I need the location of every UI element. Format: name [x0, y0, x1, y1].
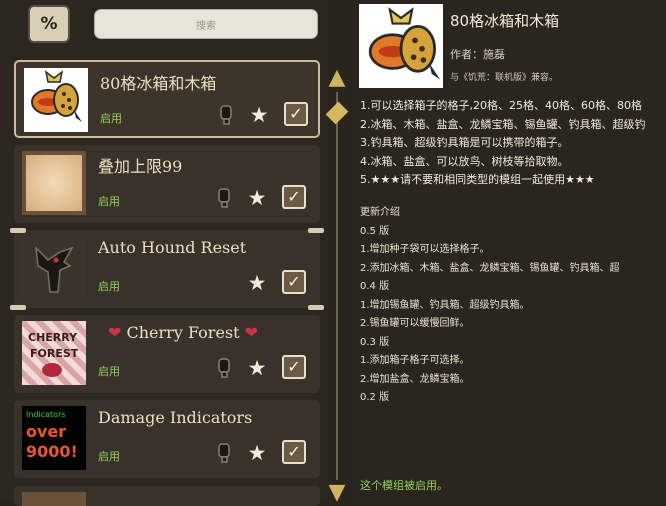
detail-changelog: 更新介绍 0.5 版 1.增加种子袋可以选择格子。 2.添加冰箱、木箱、盐盒、龙…: [360, 204, 666, 408]
chest-creature-icon: [368, 7, 441, 80]
detail-thumbnail: [359, 4, 443, 88]
changelog-line: 更新介绍: [360, 207, 400, 218]
mod-item-partial[interactable]: [14, 486, 320, 506]
description-line: 1.可以选择箱子的格子,20格、25格、40格、60格、80格: [360, 99, 642, 112]
changelog-line: 1.添加箱子格子可选择。: [360, 355, 470, 366]
mod-detail-panel: 80格冰箱和木箱 作者：施磊 与《饥荒：联机版》兼容。 1.可以选择箱子的格子,…: [352, 0, 666, 500]
mod-status: 启用: [98, 365, 120, 378]
mod-item-fridge-box[interactable]: 80格冰箱和木箱 启用 ★ ✓: [14, 60, 320, 138]
changelog-line: 0.2 版: [360, 392, 390, 403]
detail-description: 1.可以选择箱子的格子,20格、25格、40格、60格、80格 2.冰箱、木箱、…: [360, 97, 666, 190]
enable-checkbox[interactable]: ✓: [282, 270, 306, 294]
mod-thumbnail: CHERRY FOREST: [22, 321, 86, 385]
mod-status: 启用: [98, 450, 120, 463]
changelog-line: 0.3 版: [360, 336, 390, 348]
detail-author: 作者：施磊: [450, 48, 505, 61]
thumb-text: CHERRY: [28, 331, 78, 344]
enable-checkbox[interactable]: ✓: [284, 102, 308, 126]
changelog-line: 1.增加锡鱼罐、钓具箱、超级钓具箱。: [360, 299, 530, 311]
description-line: 2.冰箱、木箱、盐盒、龙鳞宝箱、锡鱼罐、钓具箱、超级钓: [360, 117, 646, 131]
sort-button[interactable]: %: [28, 5, 70, 43]
sort-icon: %: [40, 14, 58, 34]
mod-thumbnail: [22, 492, 86, 506]
client-mod-icon: [220, 105, 232, 125]
changelog-line: 1.增加种子袋可以选择格子。: [360, 244, 490, 255]
mod-name: 80格冰箱和木箱: [100, 74, 217, 93]
enable-checkbox[interactable]: ✓: [282, 185, 306, 209]
changelog-line: 2.锡鱼罐可以缓慢回鲜。: [360, 318, 470, 329]
scrollbar-thumb[interactable]: [325, 101, 349, 125]
hound-icon: [35, 245, 74, 293]
mod-thumbnail: [22, 236, 86, 300]
heart-icon: ❤: [108, 323, 122, 342]
mod-status: 启用: [98, 280, 120, 293]
mod-item-cherry-forest[interactable]: CHERRY FOREST ❤ Cherry Forest ❤ 启用 ★ ✓: [14, 315, 320, 393]
favorite-star-icon[interactable]: ★: [248, 104, 270, 126]
client-mod-icon: [218, 443, 230, 463]
enable-checkbox[interactable]: ✓: [282, 355, 306, 379]
mod-thumbnail: [24, 68, 88, 132]
mod-status: 启用: [100, 112, 122, 125]
changelog-line: 0.5 版: [360, 225, 390, 237]
mod-thumbnail: [22, 151, 86, 215]
changelog-line: 2.增加盐盒、龙鳞宝箱。: [360, 373, 470, 385]
thumb-text: 9000!: [26, 442, 78, 461]
thumb-text: over: [26, 422, 67, 441]
changelog-line: 0.4 版: [360, 281, 390, 292]
mod-thumbnail: Indicators over 9000!: [22, 406, 86, 470]
mod-list-panel: % 搜索 80格冰箱和木箱 启用 ★ ✓ 叠加上限99 启用 ★ ✓ Auto …: [0, 0, 328, 506]
search-placeholder: 搜索: [196, 20, 216, 32]
mod-item-stack-99[interactable]: 叠加上限99 启用 ★ ✓: [14, 145, 320, 223]
mod-name: Auto Hound Reset: [98, 238, 247, 257]
heart-icon: ❤: [244, 323, 259, 342]
corner-bracket: [308, 305, 324, 310]
detail-compat: 与《饥荒：联机版》兼容。: [450, 73, 559, 83]
mod-item-damage-indicators[interactable]: Indicators over 9000! Damage Indicators …: [14, 400, 320, 478]
thumb-text: FOREST: [30, 347, 79, 360]
description-line: 4.冰箱、盐盒、可以放鸟、树枝等拾取物。: [360, 154, 569, 168]
corner-bracket: [308, 228, 324, 233]
scroll-down-arrow[interactable]: ▼: [325, 482, 349, 504]
favorite-star-icon[interactable]: ★: [246, 187, 268, 209]
favorite-star-icon[interactable]: ★: [246, 357, 268, 379]
mod-name: 叠加上限99: [98, 157, 183, 176]
favorite-star-icon[interactable]: ★: [246, 272, 268, 294]
favorite-star-icon[interactable]: ★: [246, 442, 268, 464]
corner-bracket: [10, 305, 26, 310]
search-input[interactable]: 搜索: [94, 9, 318, 39]
enabled-message: 这个模组被启用。: [360, 479, 448, 492]
mod-name: Damage Indicators: [98, 408, 253, 427]
description-line: 5.★★★请不要和相同类型的模组一起使用★★★: [360, 173, 595, 186]
mod-status: 启用: [98, 195, 120, 208]
changelog-line: 2.添加冰箱、木箱、盐盒、龙鳞宝箱、锡鱼罐、钓具箱、超: [360, 262, 620, 274]
mod-item-auto-hound-reset[interactable]: Auto Hound Reset 启用 ★ ✓: [10, 228, 324, 310]
enable-checkbox[interactable]: ✓: [282, 440, 306, 464]
client-mod-icon: [218, 358, 230, 378]
description-line: 3.钓具箱、超级钓具箱是可以携带的箱子。: [360, 136, 569, 149]
chest-creature-icon: [31, 70, 82, 122]
mod-name: ❤ Cherry Forest ❤: [108, 323, 259, 342]
detail-title: 80格冰箱和木箱: [450, 12, 560, 30]
client-mod-icon: [218, 188, 230, 208]
scrollbar-track[interactable]: [336, 92, 338, 480]
thumb-text: Indicators: [26, 410, 66, 419]
corner-bracket: [10, 228, 26, 233]
scroll-up-arrow[interactable]: ▲: [325, 67, 349, 89]
